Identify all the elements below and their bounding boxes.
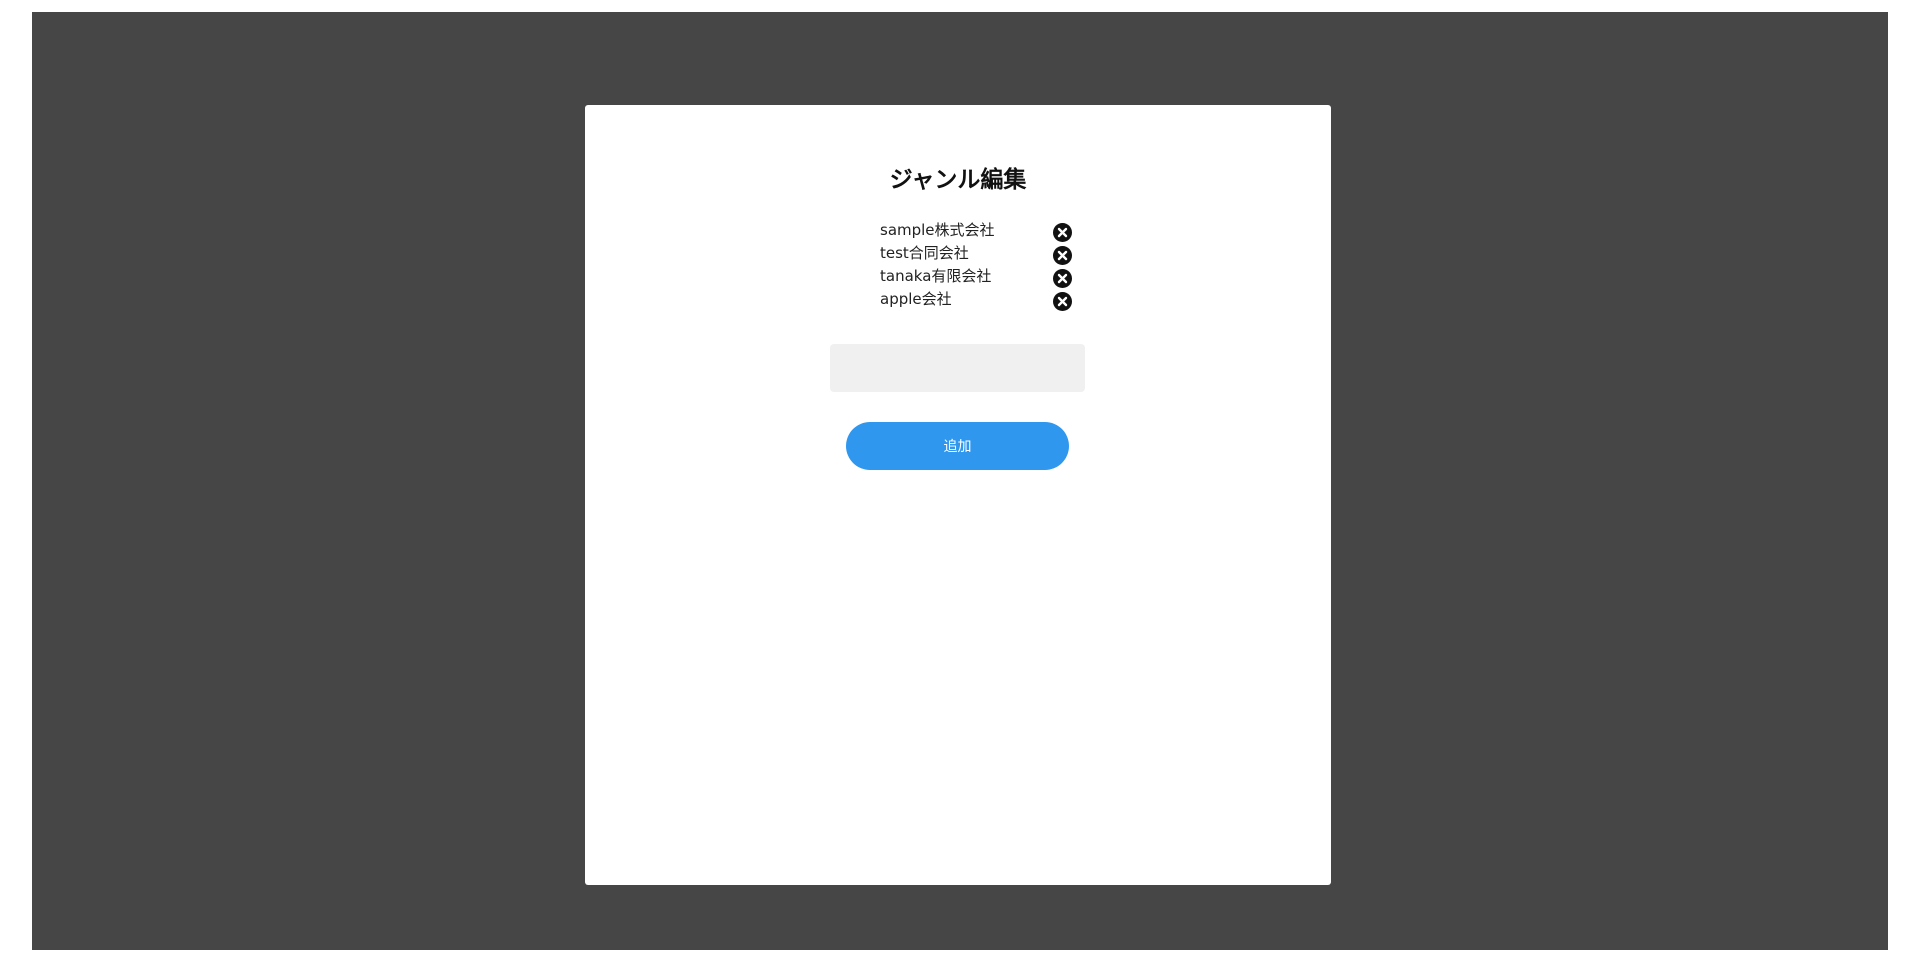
modal-overlay[interactable]: ジャンル編集 sample株式会社 test合同会社 tanaka有限会社 ap… <box>32 12 1888 950</box>
add-button[interactable]: 追加 <box>846 422 1069 470</box>
close-circle-icon[interactable] <box>1053 269 1072 288</box>
close-circle-icon[interactable] <box>1053 292 1072 311</box>
close-circle-icon[interactable] <box>1053 246 1072 265</box>
genre-label: sample株式会社 <box>880 221 995 239</box>
close-circle-icon[interactable] <box>1053 223 1072 242</box>
genre-edit-modal: ジャンル編集 sample株式会社 test合同会社 tanaka有限会社 ap… <box>585 105 1331 885</box>
list-item: sample株式会社 <box>880 220 1080 243</box>
list-item: tanaka有限会社 <box>880 266 1080 289</box>
genre-list: sample株式会社 test合同会社 tanaka有限会社 apple会社 <box>880 220 1080 312</box>
genre-label: apple会社 <box>880 290 952 308</box>
list-item: apple会社 <box>880 289 1080 312</box>
genre-label: test合同会社 <box>880 244 969 262</box>
modal-title: ジャンル編集 <box>889 167 1027 193</box>
list-item: test合同会社 <box>880 243 1080 266</box>
genre-label: tanaka有限会社 <box>880 267 992 285</box>
genre-name-input[interactable] <box>830 344 1085 392</box>
